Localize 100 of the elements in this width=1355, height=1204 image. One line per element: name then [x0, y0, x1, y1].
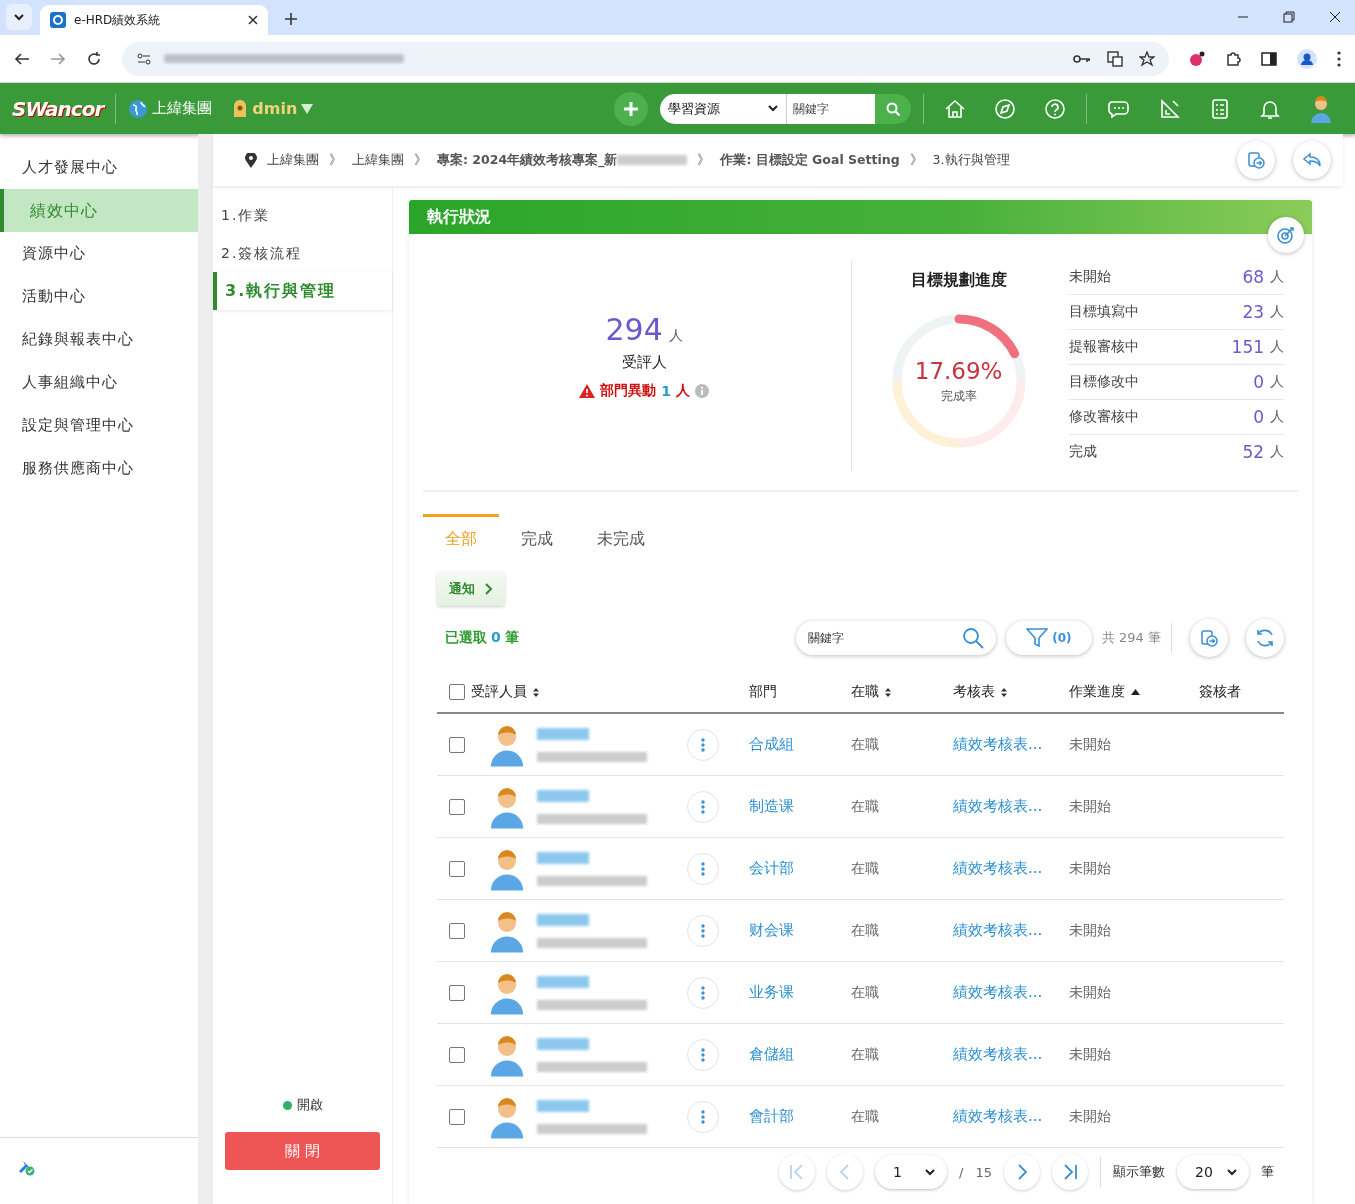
home-icon[interactable] [944, 97, 966, 120]
select-all-checkbox[interactable] [449, 684, 465, 700]
forward-icon[interactable] [50, 50, 66, 67]
department-link[interactable]: 合成組 [749, 735, 794, 754]
close-icon[interactable] [1329, 11, 1341, 23]
menu-icon[interactable] [1337, 50, 1341, 67]
status-count[interactable]: 68 [1242, 267, 1264, 287]
sidebar-item[interactable]: 人才發展中心 [0, 146, 198, 189]
sidebar-item[interactable]: 績效中心 [0, 189, 198, 232]
more-button[interactable] [687, 914, 719, 947]
more-button[interactable] [687, 1038, 719, 1071]
search-button[interactable] [875, 93, 911, 124]
more-button[interactable] [687, 852, 719, 885]
status-count[interactable]: 151 [1231, 337, 1264, 357]
page-size-select[interactable]: 20 [1177, 1155, 1249, 1189]
add-button[interactable] [614, 91, 648, 126]
step-item[interactable]: 1.作業 [213, 196, 392, 234]
compass-icon[interactable] [994, 97, 1016, 120]
form-link[interactable]: 績效考核表... [953, 1107, 1043, 1126]
more-button[interactable] [687, 728, 719, 761]
close-icon[interactable] [248, 15, 258, 25]
department-link[interactable]: 财会课 [749, 921, 794, 940]
notify-button[interactable]: 通知 [437, 572, 505, 606]
site-settings-icon[interactable] [136, 50, 152, 67]
back-button[interactable] [1293, 141, 1331, 179]
row-checkbox[interactable] [449, 798, 465, 815]
info-icon[interactable] [694, 384, 709, 398]
column-header[interactable]: 部門 [749, 683, 777, 701]
search-icon[interactable] [961, 627, 984, 649]
new-tab-icon[interactable] [284, 12, 298, 26]
breadcrumb-link[interactable]: 上緯集團 [267, 151, 319, 169]
filter-button[interactable]: (0) [1005, 621, 1092, 655]
form-link[interactable]: 績效考核表... [953, 859, 1043, 878]
row-checkbox[interactable] [449, 1046, 465, 1063]
column-header[interactable]: 簽核者 [1199, 683, 1241, 701]
sort-ascending-icon[interactable] [1131, 689, 1140, 695]
more-button[interactable] [687, 976, 719, 1009]
avatar-icon[interactable] [1309, 94, 1333, 123]
form-link[interactable]: 績效考核表... [953, 735, 1043, 754]
sidebar-item[interactable]: 人事組織中心 [0, 361, 198, 404]
star-icon[interactable] [1139, 50, 1155, 67]
export-button[interactable] [1237, 141, 1275, 179]
side-panel-icon[interactable] [1261, 50, 1277, 67]
form-link[interactable]: 績效考核表... [953, 1045, 1043, 1064]
step-item[interactable]: 3.執行與管理 [213, 272, 392, 310]
department-link[interactable]: 倉儲組 [749, 1045, 794, 1064]
step-item[interactable]: 2.簽核流程 [213, 234, 392, 272]
back-icon[interactable] [14, 50, 30, 67]
warning-count[interactable]: 1 [661, 383, 671, 399]
sidebar-item[interactable]: 資源中心 [0, 232, 198, 275]
filter-tab[interactable]: 未完成 [575, 514, 667, 560]
restore-icon[interactable] [1283, 11, 1295, 23]
row-checkbox[interactable] [449, 1108, 465, 1125]
status-count[interactable]: 0 [1253, 372, 1264, 392]
reload-icon[interactable] [86, 50, 102, 67]
more-button[interactable] [687, 790, 719, 823]
row-checkbox[interactable] [449, 860, 465, 877]
ruler-icon[interactable] [1159, 97, 1181, 120]
row-checkbox[interactable] [449, 736, 465, 753]
breadcrumb-link[interactable]: 上緯集團 [352, 151, 404, 169]
breadcrumb-link[interactable]: 作業: 目標設定 Goal Setting [720, 151, 900, 169]
target-button[interactable] [1268, 217, 1304, 253]
department-link[interactable]: 制造课 [749, 797, 794, 816]
translate-icon[interactable] [1107, 50, 1123, 67]
sidebar-item[interactable]: 紀錄與報表中心 [0, 318, 198, 361]
keyword-field[interactable]: 關鍵字 [787, 93, 875, 124]
browser-tab[interactable]: e-HRD績效系統 [40, 5, 268, 35]
search-field[interactable]: 關鍵字 [795, 621, 996, 655]
department-link[interactable]: 會計部 [749, 1107, 794, 1126]
breadcrumb-link[interactable]: 專案: 2024年績效考核專案_新 [437, 151, 618, 169]
sort-icon[interactable] [885, 687, 891, 697]
row-checkbox[interactable] [449, 922, 465, 939]
column-header[interactable]: 考核表 [953, 683, 995, 701]
sort-icon[interactable] [1001, 687, 1007, 697]
column-header[interactable]: 作業進度 [1069, 683, 1125, 701]
status-count[interactable]: 0 [1253, 407, 1264, 427]
status-count[interactable]: 52 [1242, 442, 1264, 462]
export-button[interactable] [1190, 619, 1228, 657]
page-select[interactable]: 1 [875, 1155, 948, 1189]
row-checkbox[interactable] [449, 984, 465, 1001]
status-count[interactable]: 23 [1242, 302, 1264, 322]
breadcrumb-link[interactable]: 3.執行與管理 [932, 151, 1010, 169]
column-header[interactable]: 受評人員 [471, 683, 527, 701]
form-link[interactable]: 績效考核表... [953, 797, 1043, 816]
last-page-button[interactable] [1052, 1154, 1088, 1190]
help-icon[interactable] [1044, 97, 1066, 120]
tab-list-icon[interactable] [6, 4, 32, 30]
sidebar-item[interactable]: 活動中心 [0, 275, 198, 318]
department-link[interactable]: 会计部 [749, 859, 794, 878]
org-selector[interactable]: 上緯集團 [128, 98, 213, 119]
next-page-button[interactable] [1004, 1154, 1040, 1190]
department-link[interactable]: 业务课 [749, 983, 794, 1002]
form-link[interactable]: 績效考核表... [953, 983, 1043, 1002]
filter-tab[interactable]: 完成 [499, 514, 575, 560]
profile-icon[interactable] [1297, 48, 1317, 69]
sort-icon[interactable] [533, 687, 539, 697]
refresh-button[interactable] [1246, 619, 1284, 657]
form-link[interactable]: 績效考核表... [953, 921, 1043, 940]
more-button[interactable] [687, 1100, 719, 1133]
checklist-icon[interactable] [1209, 97, 1231, 120]
